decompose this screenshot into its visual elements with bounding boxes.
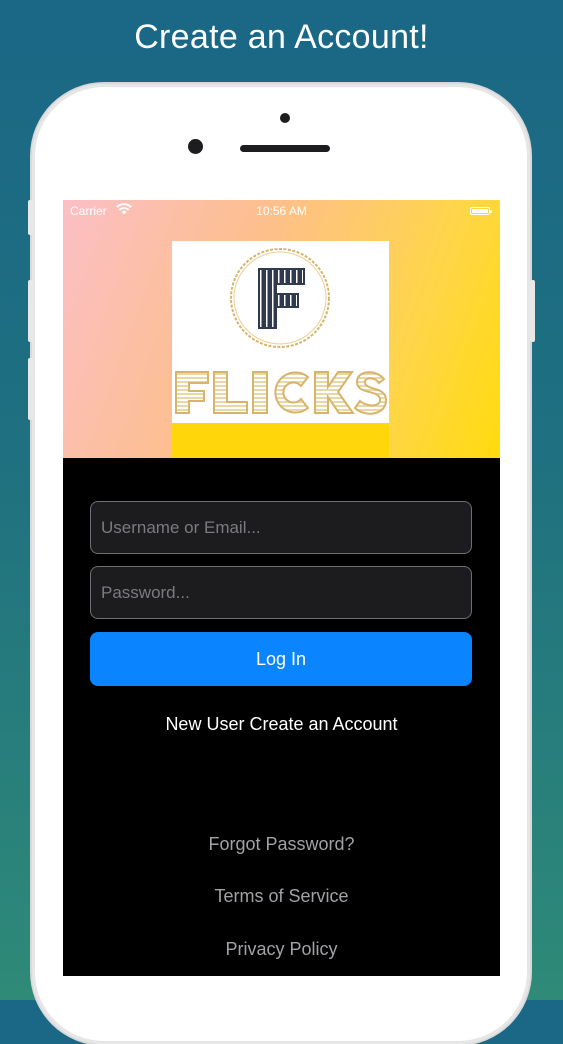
flicks-logo-graphic <box>175 248 388 415</box>
app-screen: Carrier 10:56 AM Username or Email... Lo… <box>63 200 500 976</box>
phone-power-button <box>530 280 535 342</box>
phone-sensor <box>280 113 290 123</box>
app-logo <box>172 241 389 423</box>
privacy-policy-link[interactable]: Privacy Policy <box>63 939 500 960</box>
create-account-link[interactable]: New User Create an Account <box>63 714 500 735</box>
logo-wordmark <box>175 371 388 415</box>
terms-of-service-link[interactable]: Terms of Service <box>63 886 500 907</box>
logo-monogram-f <box>258 268 305 329</box>
phone-speaker <box>240 145 330 152</box>
logo-yellow-strip <box>172 423 389 458</box>
phone-volume-down-button <box>28 358 33 420</box>
status-bar: Carrier 10:56 AM <box>63 200 500 222</box>
username-field[interactable] <box>90 501 472 554</box>
phone-side-button <box>28 200 33 235</box>
battery-icon <box>470 207 492 215</box>
forgot-password-link[interactable]: Forgot Password? <box>63 834 500 855</box>
status-time: 10:56 AM <box>256 204 307 218</box>
login-button[interactable]: Log In <box>90 632 472 686</box>
phone-camera <box>188 139 203 154</box>
headline: Create an Account! <box>134 18 429 56</box>
hero-banner: Carrier 10:56 AM <box>63 200 500 458</box>
phone-volume-up-button <box>28 280 33 342</box>
password-field[interactable] <box>90 566 472 619</box>
